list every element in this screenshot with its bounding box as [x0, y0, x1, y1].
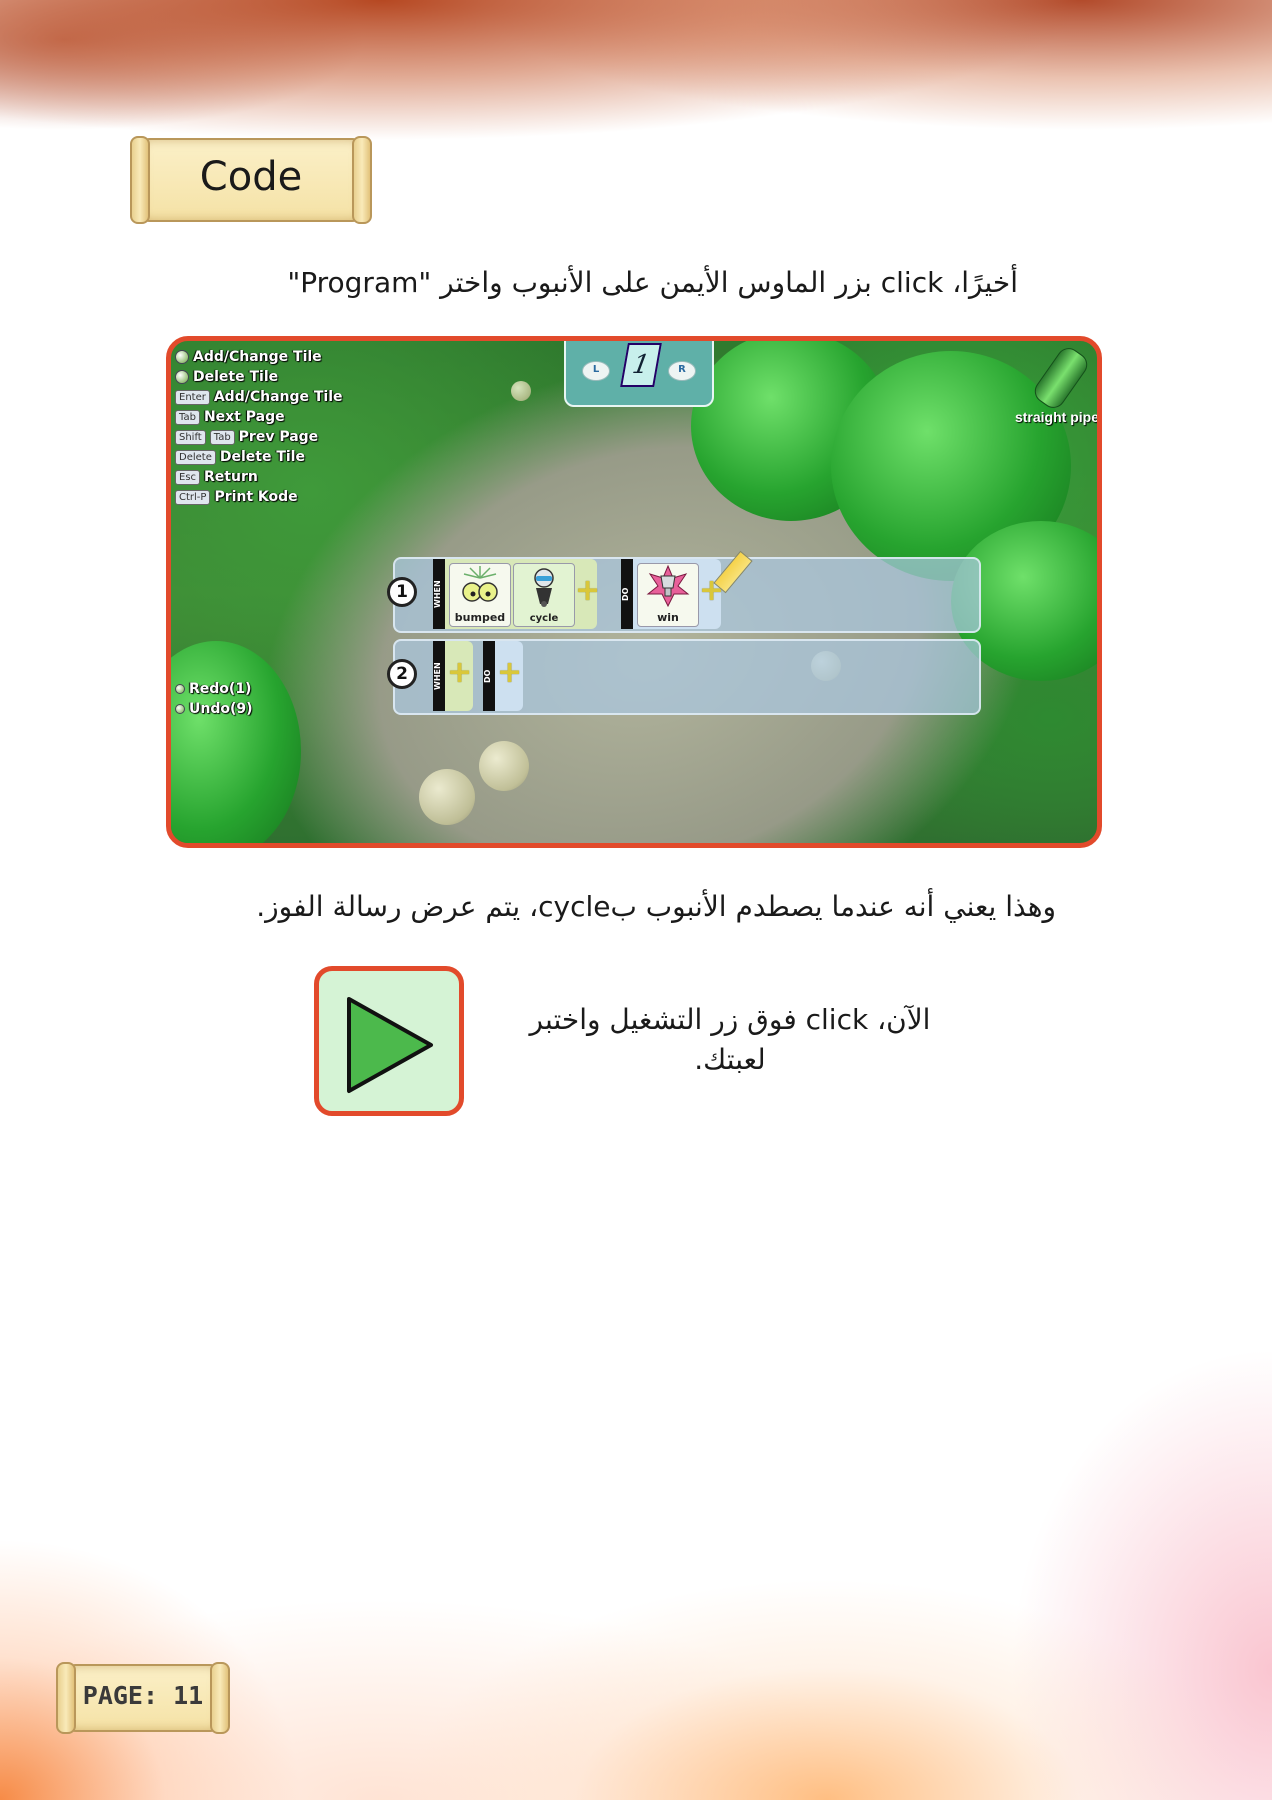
do-label: DO [483, 641, 495, 711]
mouse-right-icon [175, 370, 189, 384]
do-label: DO [621, 559, 633, 629]
keycap: Tab [175, 409, 200, 425]
page-title: Code [199, 154, 303, 200]
controls-help-list: Add/Change Tile Delete Tile Enter Add/Cha… [175, 347, 343, 507]
help-row: Ctrl-P Print Kode [175, 487, 343, 507]
add-tile-icon[interactable]: + [497, 658, 522, 688]
help-label: Next Page [203, 409, 285, 425]
keycap: Delete [175, 449, 216, 465]
help-row: Add/Change Tile [175, 347, 343, 367]
keycap: Shift [175, 429, 206, 445]
page-number-banner: PAGE: 11 [56, 1662, 230, 1734]
when-panel[interactable]: WHEN + [433, 641, 473, 711]
help-label: Print Kode [214, 489, 298, 505]
help-label: Add/Change Tile [213, 389, 343, 405]
prev-page-button[interactable]: L [582, 361, 610, 381]
mouse-icon [175, 684, 185, 694]
tile-label: bumped [454, 611, 506, 624]
intro-paragraph: أخيرًا، click بزر الماوس الأيمن على الأن… [287, 266, 1018, 299]
win-trophy-icon [646, 564, 690, 608]
path-marker [419, 769, 475, 825]
object-label: straight pipe [1014, 409, 1099, 425]
play-button-illustration [314, 966, 464, 1116]
history-list: Redo(1) Undo(9) [175, 679, 253, 719]
do-panel[interactable]: DO + [483, 641, 523, 711]
redo-label[interactable]: Redo(1) [189, 681, 251, 697]
path-marker [511, 381, 531, 401]
cycle-tile[interactable]: cycle [513, 563, 575, 627]
play-instruction-paragraph: الآن، click فوق زر التشغيل واختبر لعبتك. [529, 1003, 931, 1076]
help-row: Delete Tile [175, 367, 343, 387]
help-row: Esc Return [175, 467, 343, 487]
help-label: Delete Tile [193, 369, 279, 385]
keycap: Tab [209, 429, 235, 445]
undo-row[interactable]: Undo(9) [175, 699, 253, 719]
keycap: Esc [175, 469, 201, 485]
tile-label: win [657, 611, 679, 624]
bumped-icon [462, 566, 498, 602]
help-row: Enter Add/Change Tile [175, 387, 343, 407]
add-tile-icon[interactable]: + [575, 576, 600, 606]
add-tile-icon[interactable]: + [447, 658, 472, 688]
help-row: Delete Delete Tile [175, 447, 343, 467]
page-number-card: 1 [620, 343, 662, 387]
title-scroll-banner: Code [130, 136, 372, 224]
keycap: Enter [175, 389, 210, 405]
page-selector[interactable]: L 1 R [564, 341, 714, 407]
rule-number: 1 [387, 577, 417, 607]
help-label: Add/Change Tile [193, 349, 322, 365]
rule-row[interactable]: 2 WHEN + DO + [387, 639, 981, 715]
rule-row[interactable]: 1 WHEN bumped cycle + DO win + [387, 550, 981, 633]
mouse-icon [175, 704, 185, 714]
redo-row[interactable]: Redo(1) [175, 679, 253, 699]
rule-number: 2 [387, 659, 417, 689]
help-row: Shift Tab Prev Page [175, 427, 343, 447]
keycap: Ctrl-P [175, 489, 211, 505]
game-screenshot: Add/Change Tile Delete Tile Enter Add/Cha… [166, 336, 1102, 848]
help-row: Tab Next Page [175, 407, 343, 427]
do-panel[interactable]: DO win + [621, 559, 724, 629]
help-label: Prev Page [238, 429, 319, 445]
when-label: WHEN [433, 559, 445, 629]
when-label: WHEN [433, 641, 445, 711]
help-label: Delete Tile [219, 449, 305, 465]
undo-label[interactable]: Undo(9) [189, 701, 253, 717]
play-icon [347, 997, 433, 1093]
page-number: PAGE: 11 [82, 1681, 204, 1710]
tile-label: cycle [529, 613, 559, 624]
help-label: Return [204, 469, 258, 485]
win-tile[interactable]: win [637, 563, 699, 627]
mouse-left-icon [175, 350, 189, 364]
path-marker [479, 741, 529, 791]
when-panel[interactable]: WHEN bumped cycle + [433, 559, 600, 629]
bumped-tile[interactable]: bumped [449, 563, 511, 627]
explanation-paragraph: وهذا يعني أنه عندما يصطدم الأنبوب بcycle… [256, 890, 1056, 923]
cycle-icon [534, 568, 554, 607]
next-page-button[interactable]: R [668, 361, 696, 381]
